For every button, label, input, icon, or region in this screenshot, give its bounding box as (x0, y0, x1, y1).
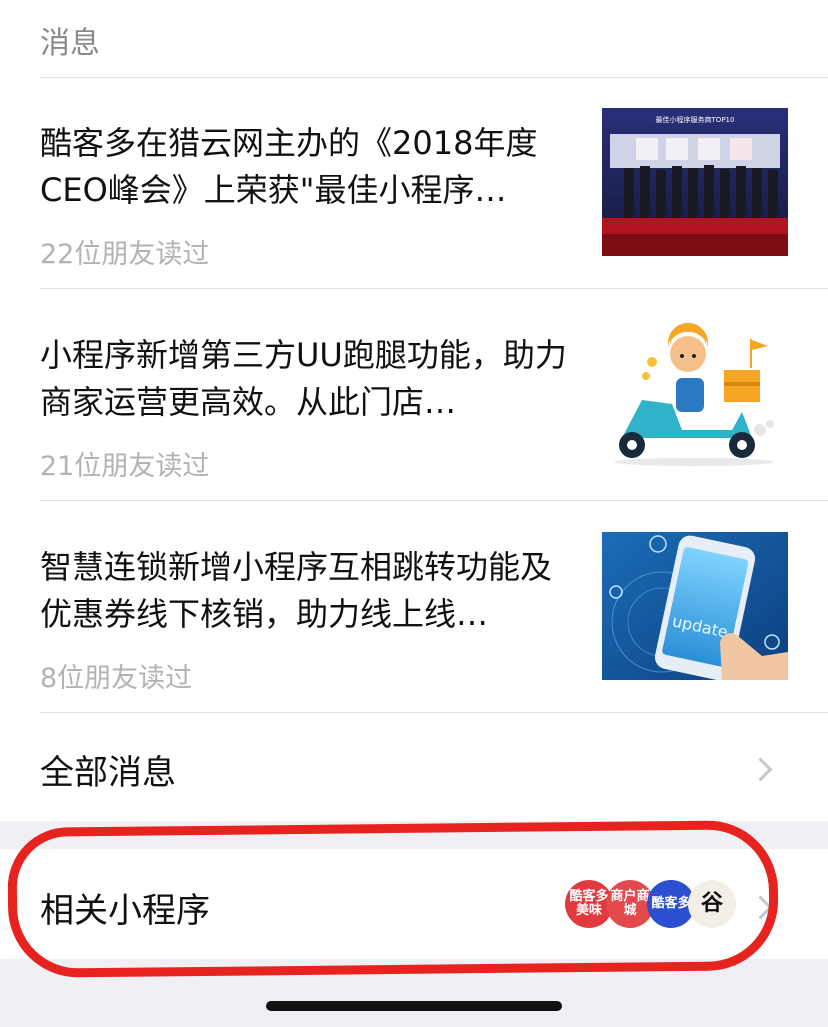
article-title: 酷客多在猎云网主办的《2018年度CEO峰会》上荣获"最佳小程序… (40, 124, 538, 209)
article-thumbnail: update (602, 532, 788, 680)
article-thumbnail (602, 320, 788, 468)
bottom-background (0, 959, 828, 1027)
section-title: 消息 (40, 26, 100, 61)
article-thumbnail: 最佳小程序服务商TOP10 (602, 108, 788, 256)
related-mini-programs-row[interactable]: 相关小程序 酷客多 美味 商户商城 酷客多 谷 (0, 849, 828, 959)
all-messages-row[interactable]: 全部消息 (0, 713, 828, 821)
article-readers: 22位朋友读过 (40, 239, 210, 270)
divider (40, 500, 828, 501)
chevron-right-icon (748, 757, 773, 782)
article-item-1[interactable]: 酷客多在猎云网主办的《2018年度CEO峰会》上荣获"最佳小程序… 22位朋友读… (0, 108, 828, 318)
home-indicator (266, 1001, 562, 1011)
article-title: 智慧连锁新增小程序互相跳转功能及优惠券线下核销，助力线上线… (40, 548, 553, 633)
article-readers: 8位朋友读过 (40, 663, 193, 694)
chevron-right-icon (748, 895, 773, 920)
section-gap (0, 821, 828, 849)
article-readers: 21位朋友读过 (40, 451, 210, 482)
divider (40, 288, 828, 289)
mini-program-icon-calligraphy: 谷 (688, 880, 736, 928)
divider (40, 77, 828, 78)
article-item-3[interactable]: 智慧连锁新增小程序互相跳转功能及优惠券线下核销，助力线上线… 8位朋友读过 up… (0, 532, 828, 742)
article-item-2[interactable]: 小程序新增第三方UU跑腿功能，助力商家运营更高效。从此门店… 21位朋友读过 (0, 320, 828, 530)
related-mini-programs-label: 相关小程序 (40, 891, 210, 931)
article-title: 小程序新增第三方UU跑腿功能，助力商家运营更高效。从此门店… (40, 336, 567, 421)
award-banner-text: 最佳小程序服务商TOP10 (656, 115, 735, 124)
all-messages-label: 全部消息 (40, 753, 176, 793)
